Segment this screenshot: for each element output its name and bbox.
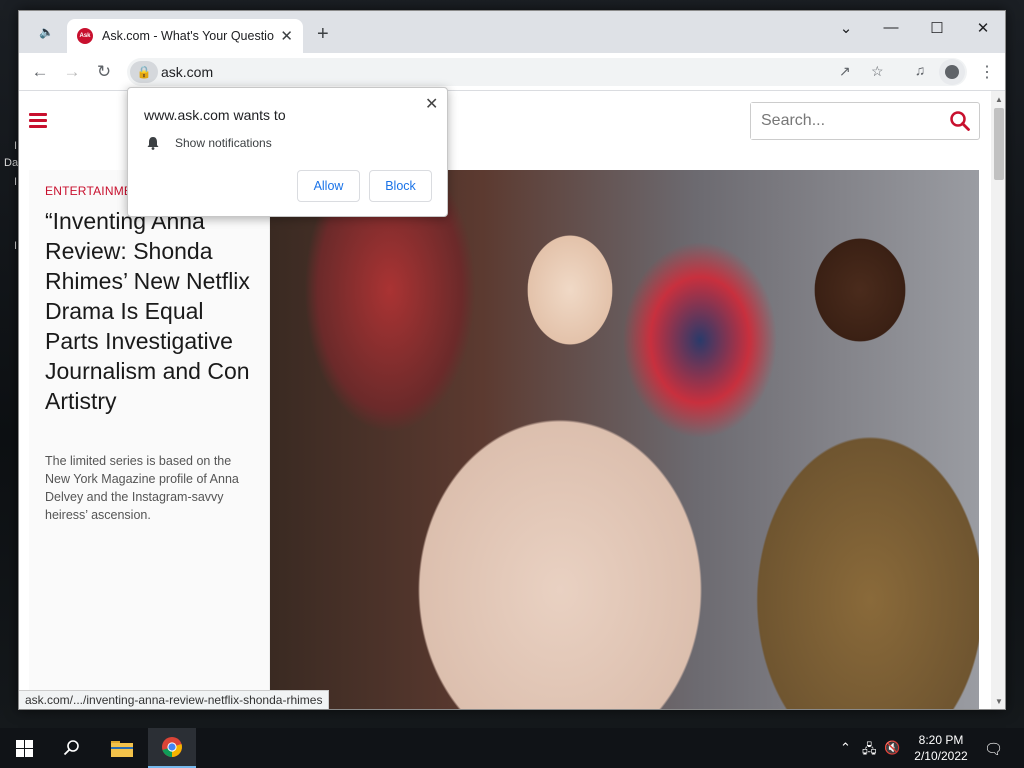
- speaker-icon[interactable]: 🔈: [39, 25, 54, 39]
- article-text-panel[interactable]: ENTERTAINMENT “Inventing Anna Review: Sh…: [29, 170, 270, 709]
- search-icon: [63, 740, 79, 756]
- desktop-icon-label[interactable]: I: [14, 240, 17, 252]
- system-clock[interactable]: 8:20 PM 2/10/2022: [906, 732, 976, 764]
- network-icon[interactable]: 🖧: [862, 740, 877, 762]
- scroll-thumb[interactable]: [994, 108, 1004, 180]
- ask-favicon-icon: Ask: [77, 28, 93, 44]
- article-summary: The limited series is based on the New Y…: [45, 454, 239, 522]
- article-headline[interactable]: “Inventing Anna Review: Shonda Rhimes’ N…: [45, 206, 255, 416]
- desktop-icon-label[interactable]: I: [14, 176, 17, 188]
- desktop-icon-label[interactable]: I: [14, 140, 17, 152]
- search-taskbar-button[interactable]: [48, 728, 96, 768]
- share-icon[interactable]: ↗: [839, 63, 851, 80]
- search-icon[interactable]: [949, 110, 971, 132]
- search-box: [750, 102, 980, 140]
- clock-time: 8:20 PM: [918, 733, 964, 747]
- scroll-up-arrow-icon[interactable]: ▲: [995, 95, 1003, 104]
- tab-strip: 🔈 Ask Ask.com - What's Your Question? ✕ …: [19, 11, 1005, 53]
- profile-avatar-icon[interactable]: [939, 59, 965, 85]
- bell-icon: [147, 137, 159, 150]
- chrome-icon: [162, 737, 182, 757]
- taskbar: ⌃ 🖧 🔇 8:20 PM 2/10/2022 🗨: [0, 728, 1024, 768]
- maximize-button[interactable]: ☐: [927, 19, 947, 37]
- lock-icon[interactable]: 🔒: [130, 61, 158, 83]
- address-bar[interactable]: 🔒 ask.com ↗ ☆: [127, 58, 967, 86]
- back-button[interactable]: ←: [29, 62, 51, 82]
- reload-button[interactable]: ↻: [93, 62, 115, 82]
- notification-center-icon[interactable]: 🗨: [984, 740, 1003, 758]
- url-text[interactable]: ask.com: [161, 64, 213, 80]
- hero-article[interactable]: ENTERTAINMENT “Inventing Anna Review: Sh…: [29, 170, 979, 709]
- chrome-taskbar-button[interactable]: [148, 728, 196, 768]
- notification-permission-popup: www.ask.com wants to ✕ Show notification…: [127, 87, 448, 217]
- tab-title: Ask.com - What's Your Question?: [102, 29, 275, 43]
- bookmark-star-icon[interactable]: ☆: [871, 63, 884, 80]
- new-tab-button[interactable]: +: [317, 23, 329, 46]
- search-input[interactable]: [751, 103, 941, 139]
- hamburger-menu-icon[interactable]: [29, 113, 47, 128]
- close-tab-icon[interactable]: ✕: [280, 27, 293, 45]
- browser-toolbar: ← → ↻ 🔒 ask.com ↗ ☆ ♫ ⋮: [19, 53, 1005, 91]
- block-button[interactable]: Block: [369, 170, 432, 202]
- windows-logo-icon: [15, 739, 33, 757]
- folder-icon: [111, 741, 133, 757]
- menu-kebab-icon[interactable]: ⋮: [979, 62, 995, 82]
- volume-muted-icon[interactable]: 🔇: [884, 740, 900, 756]
- status-bar-url: ask.com/.../inventing-anna-review-netfli…: [19, 690, 330, 709]
- desktop-icon-label[interactable]: Da: [4, 157, 18, 169]
- forward-button[interactable]: →: [61, 62, 83, 82]
- permission-item: Show notifications: [175, 136, 272, 150]
- media-control-icon[interactable]: ♫: [909, 62, 931, 78]
- article-hero-image[interactable]: [270, 170, 979, 709]
- clock-date: 2/10/2022: [914, 749, 968, 763]
- scroll-down-arrow-icon[interactable]: ▼: [995, 697, 1003, 706]
- start-button[interactable]: [0, 728, 48, 768]
- chevron-up-icon[interactable]: ⌃: [840, 740, 851, 756]
- browser-window: 🔈 Ask Ask.com - What's Your Question? ✕ …: [18, 10, 1006, 710]
- close-icon[interactable]: ✕: [425, 94, 438, 114]
- tab-search-icon[interactable]: ⌄: [836, 19, 856, 37]
- permission-title: www.ask.com wants to: [144, 107, 286, 123]
- close-window-button[interactable]: ✕: [973, 19, 993, 37]
- minimize-button[interactable]: —: [881, 19, 901, 36]
- page-scrollbar[interactable]: ▲ ▼: [991, 91, 1005, 709]
- tab-ask[interactable]: Ask Ask.com - What's Your Question? ✕: [67, 19, 303, 53]
- allow-button[interactable]: Allow: [297, 170, 360, 202]
- file-explorer-button[interactable]: [98, 728, 146, 768]
